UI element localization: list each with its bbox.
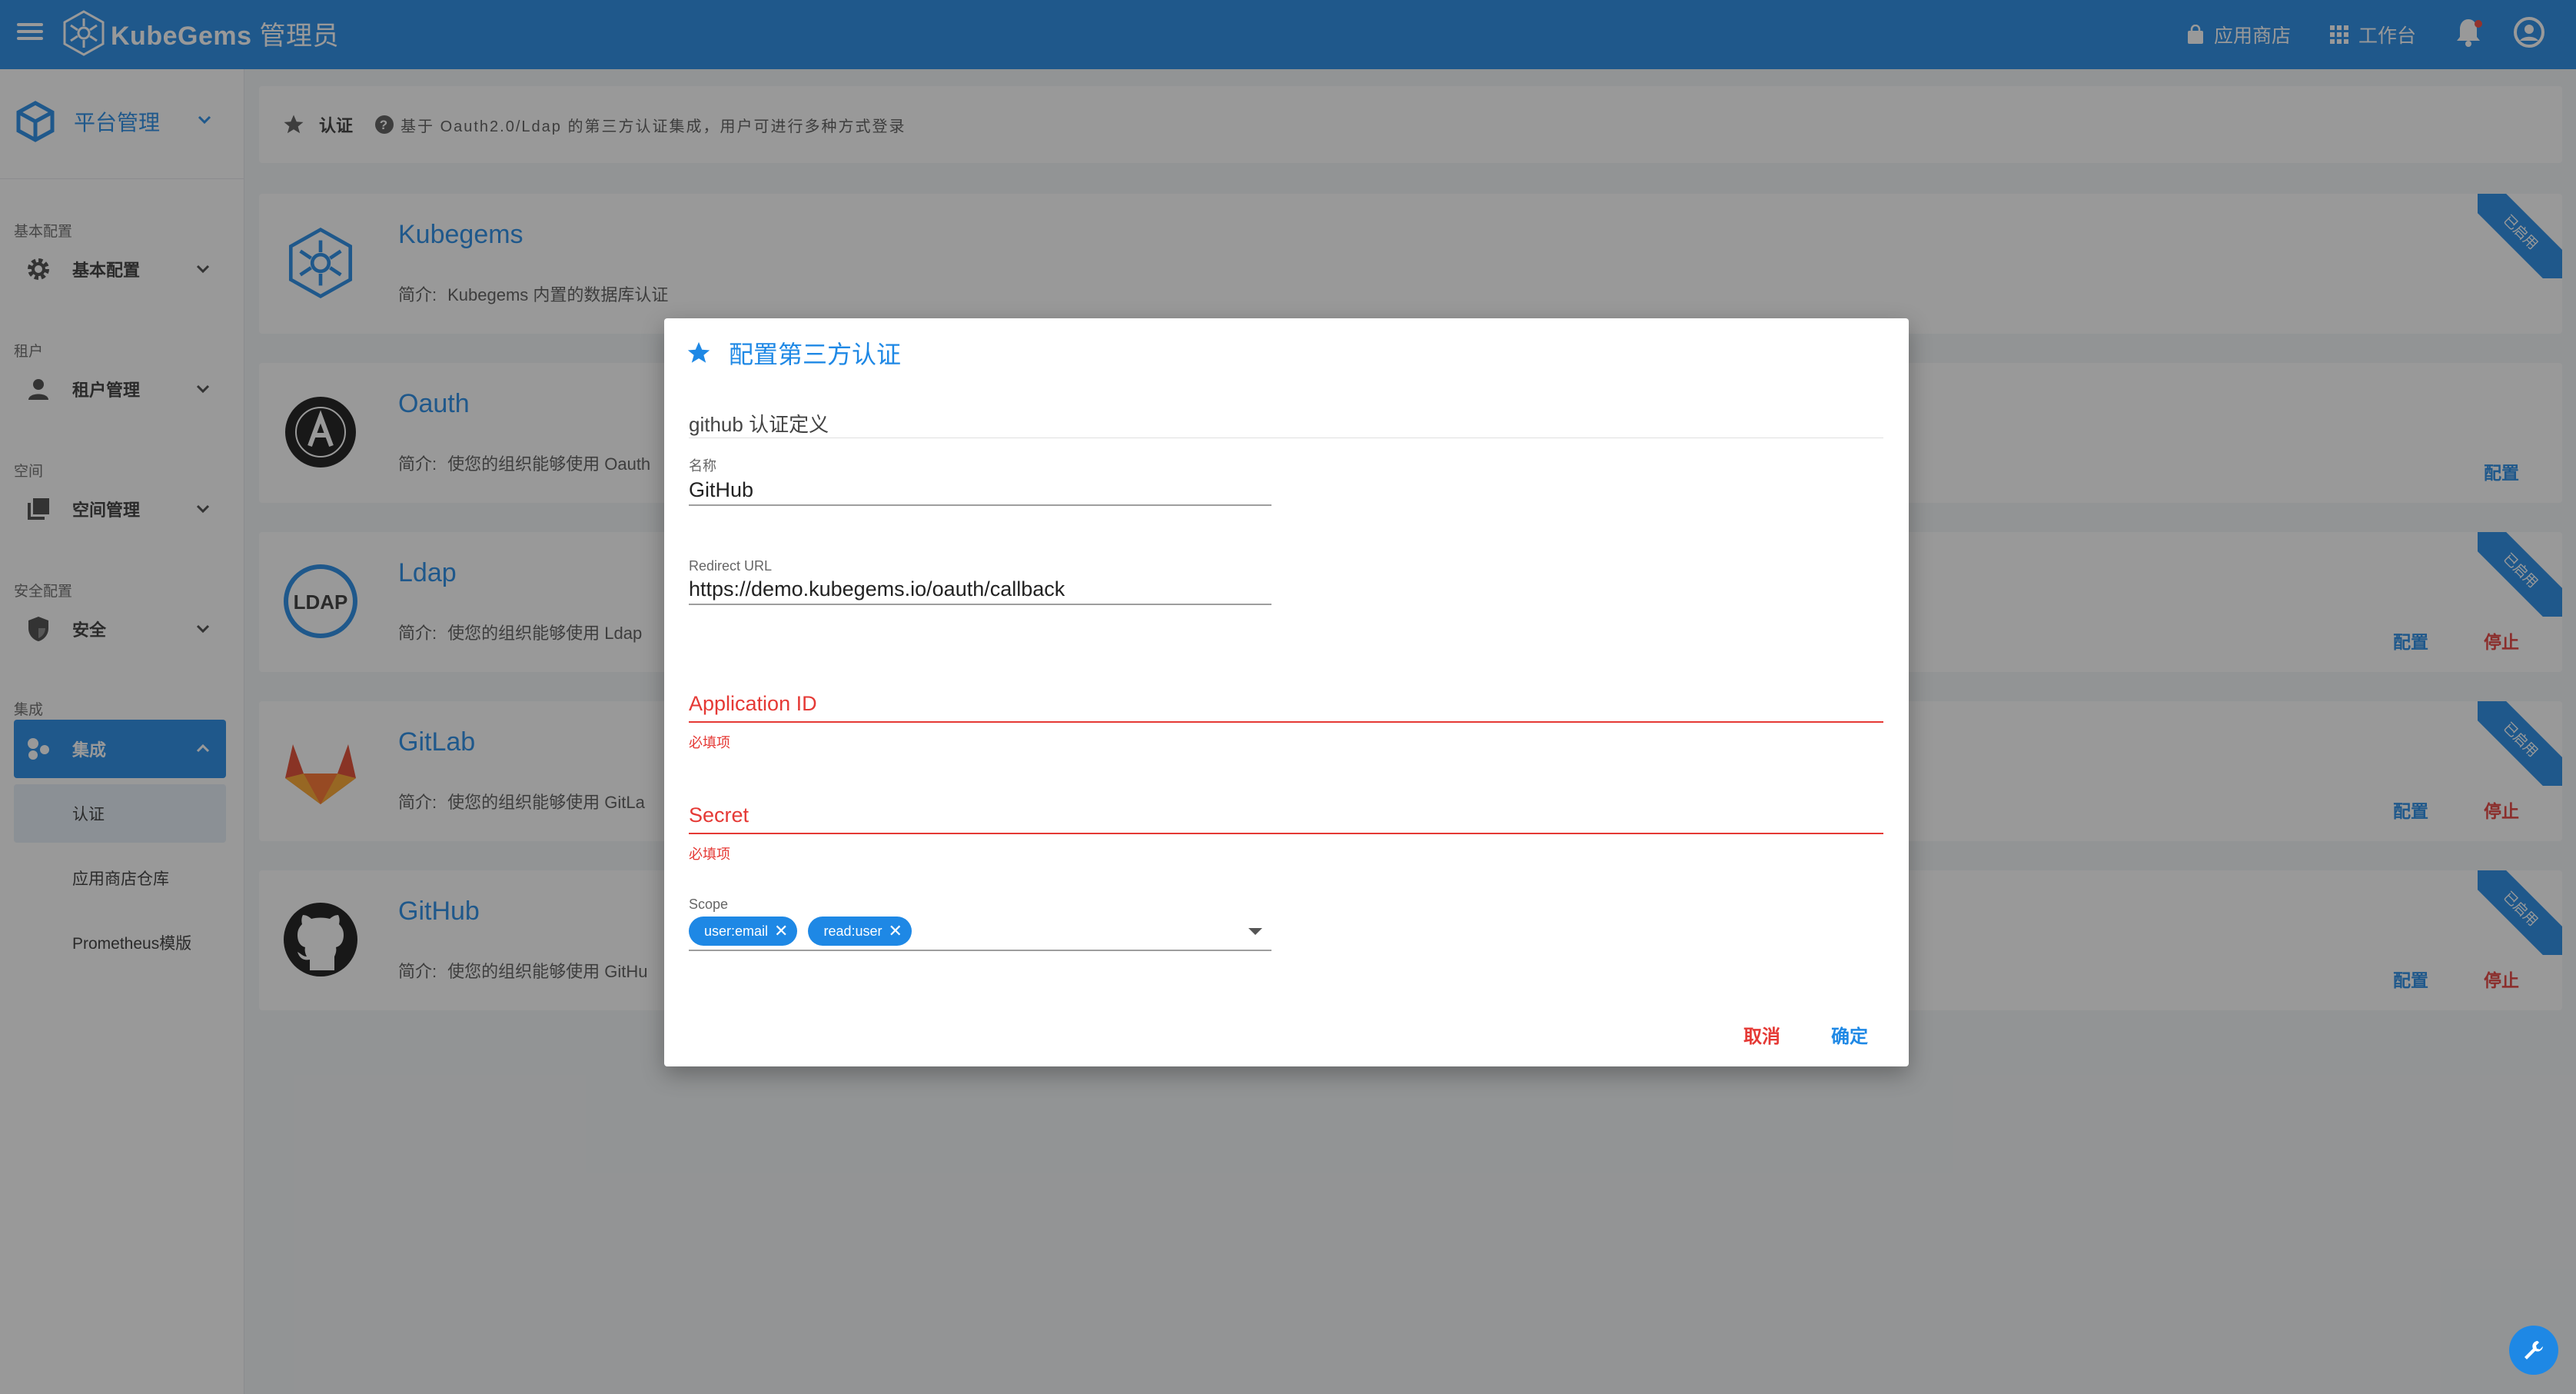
application-id-input[interactable]: Application ID xyxy=(689,692,1883,723)
scope-label: Scope xyxy=(689,897,729,912)
chip-label: user:email xyxy=(704,923,769,939)
cancel-button[interactable]: 取消 xyxy=(1743,1021,1780,1048)
name-field[interactable]: 名称 GitHub xyxy=(689,455,1271,506)
scope-field[interactable]: Scope user:email ✕ read:user ✕ xyxy=(689,897,1271,951)
star-icon xyxy=(687,341,710,363)
name-input[interactable]: GitHub xyxy=(689,478,1271,506)
application-id-error: 必填项 xyxy=(689,735,730,750)
dialog-title: 配置第三方认证 xyxy=(686,335,901,371)
dialog-title-text: 配置第三方认证 xyxy=(729,341,902,368)
scope-chip[interactable]: user:email ✕ xyxy=(689,917,798,946)
wrench-icon xyxy=(2524,1341,2543,1359)
scope-chip[interactable]: read:user ✕ xyxy=(808,917,912,946)
configure-auth-dialog: 配置第三方认证 github 认证定义 名称 GitHub Redirect U… xyxy=(664,318,1909,1066)
chip-label: read:user xyxy=(823,923,882,939)
redirect-url-field[interactable]: Redirect URL https://demo.kubegems.io/oa… xyxy=(689,558,1271,605)
redirect-url-input[interactable]: https://demo.kubegems.io/oauth/callback xyxy=(689,577,1271,605)
settings-fab[interactable] xyxy=(2509,1326,2558,1375)
dropdown-arrow-icon[interactable] xyxy=(1248,928,1262,935)
secret-input[interactable]: Secret xyxy=(689,803,1883,834)
close-icon[interactable]: ✕ xyxy=(889,921,902,941)
application-id-field[interactable]: Application ID 必填项 xyxy=(689,692,1883,752)
scope-select[interactable]: user:email ✕ read:user ✕ xyxy=(689,913,1271,951)
confirm-button[interactable]: 确定 xyxy=(1831,1021,1868,1048)
secret-field[interactable]: Secret 必填项 xyxy=(689,803,1883,863)
secret-error: 必填项 xyxy=(689,847,730,862)
name-label: 名称 xyxy=(689,458,716,474)
close-icon[interactable]: ✕ xyxy=(774,921,788,941)
section-heading: github 认证定义 xyxy=(689,409,1883,438)
redirect-url-label: Redirect URL xyxy=(689,558,773,574)
